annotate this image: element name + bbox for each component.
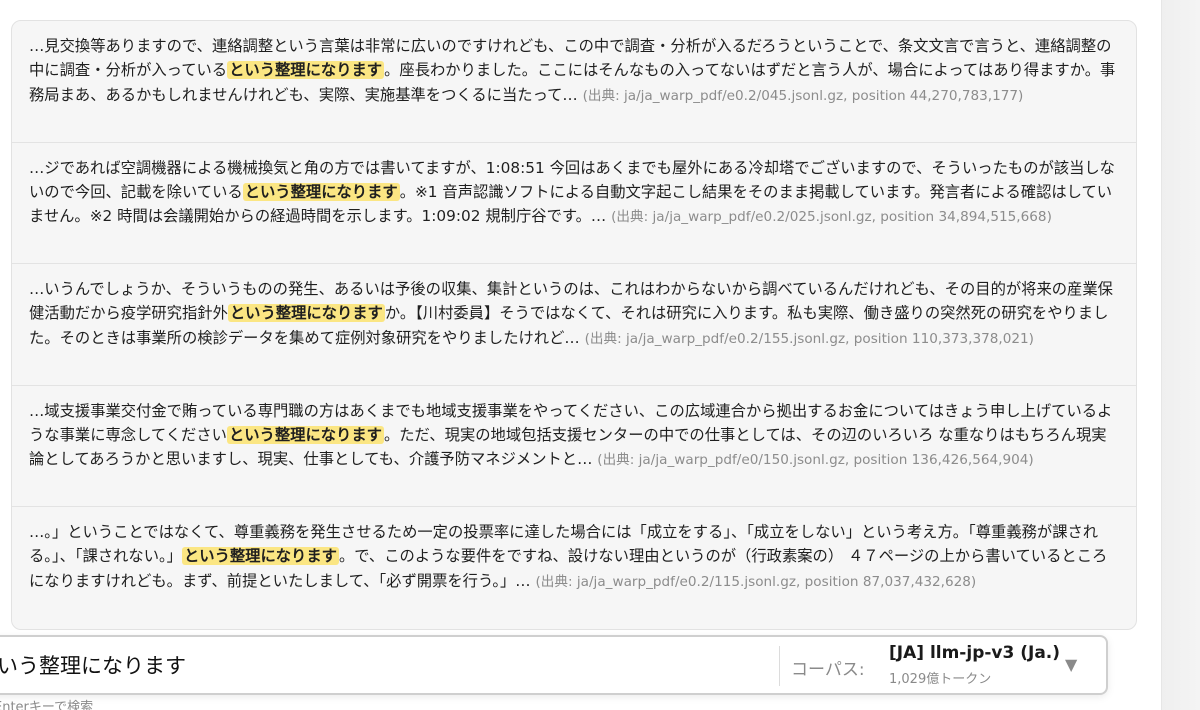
result-item: …ジであれば空調機器による機械換気と角の方では書いてますが、1:08:51 今回… (12, 143, 1136, 264)
search-input[interactable] (0, 637, 770, 693)
result-source: (出典: ja/ja_warp_pdf/e0.2/045.jsonl.gz, p… (582, 87, 1024, 104)
result-highlight: という整理になります (242, 182, 400, 201)
search-page: …見交換等ありますので、連絡調整という言葉は非常に広いのですけれども、この中で調… (0, 0, 1200, 710)
result-highlight: という整理になります (181, 547, 339, 566)
result-source: (出典: ja/ja_warp_pdf/e0.2/025.jsonl.gz, p… (611, 209, 1052, 226)
corpus-select-name[interactable]: [JA] llm-jp-v3 (Ja.) (889, 643, 1060, 663)
result-source: (出典: ja/ja_warp_pdf/e0.2/155.jsonl.gz, p… (584, 330, 1034, 347)
corpus-token-count: 1,029億トークン (889, 672, 992, 687)
result-source: (出典: ja/ja_warp_pdf/e0.2/115.jsonl.gz, p… (535, 573, 977, 590)
search-hint: Enterキーで検索 (0, 700, 94, 710)
result-item: …見交換等ありますので、連絡調整という言葉は非常に広いのですけれども、この中で調… (12, 21, 1136, 143)
corpus-label: コーパス: (791, 660, 865, 680)
result-highlight: という整理になります (227, 304, 385, 323)
results-list[interactable]: …見交換等ありますので、連絡調整という言葉は非常に広いのですけれども、この中で調… (11, 20, 1137, 630)
result-highlight: という整理になります (226, 425, 384, 444)
result-highlight: という整理になります (227, 61, 385, 80)
chevron-down-icon[interactable]: ▼ (1065, 655, 1077, 674)
result-item: …いうんでしょうか、そういうものの発生、あるいは予後の収集、集計というのは、これ… (12, 264, 1136, 386)
result-source: (出典: ja/ja_warp_pdf/e0/150.jsonl.gz, pos… (597, 452, 1034, 469)
result-item: …。」ということではなくて、尊重義務を発生させるため一定の投票率に達した場合には… (12, 507, 1136, 629)
result-item: …域支援事業交付金で賄っている専門職の方はあくまでも地域支援事業をやってください… (12, 386, 1136, 507)
search-divider (779, 646, 780, 686)
search-bar: コーパス: [JA] llm-jp-v3 (Ja.) 1,029億トークン ▼ (0, 635, 1108, 695)
side-panel (1162, 0, 1200, 710)
